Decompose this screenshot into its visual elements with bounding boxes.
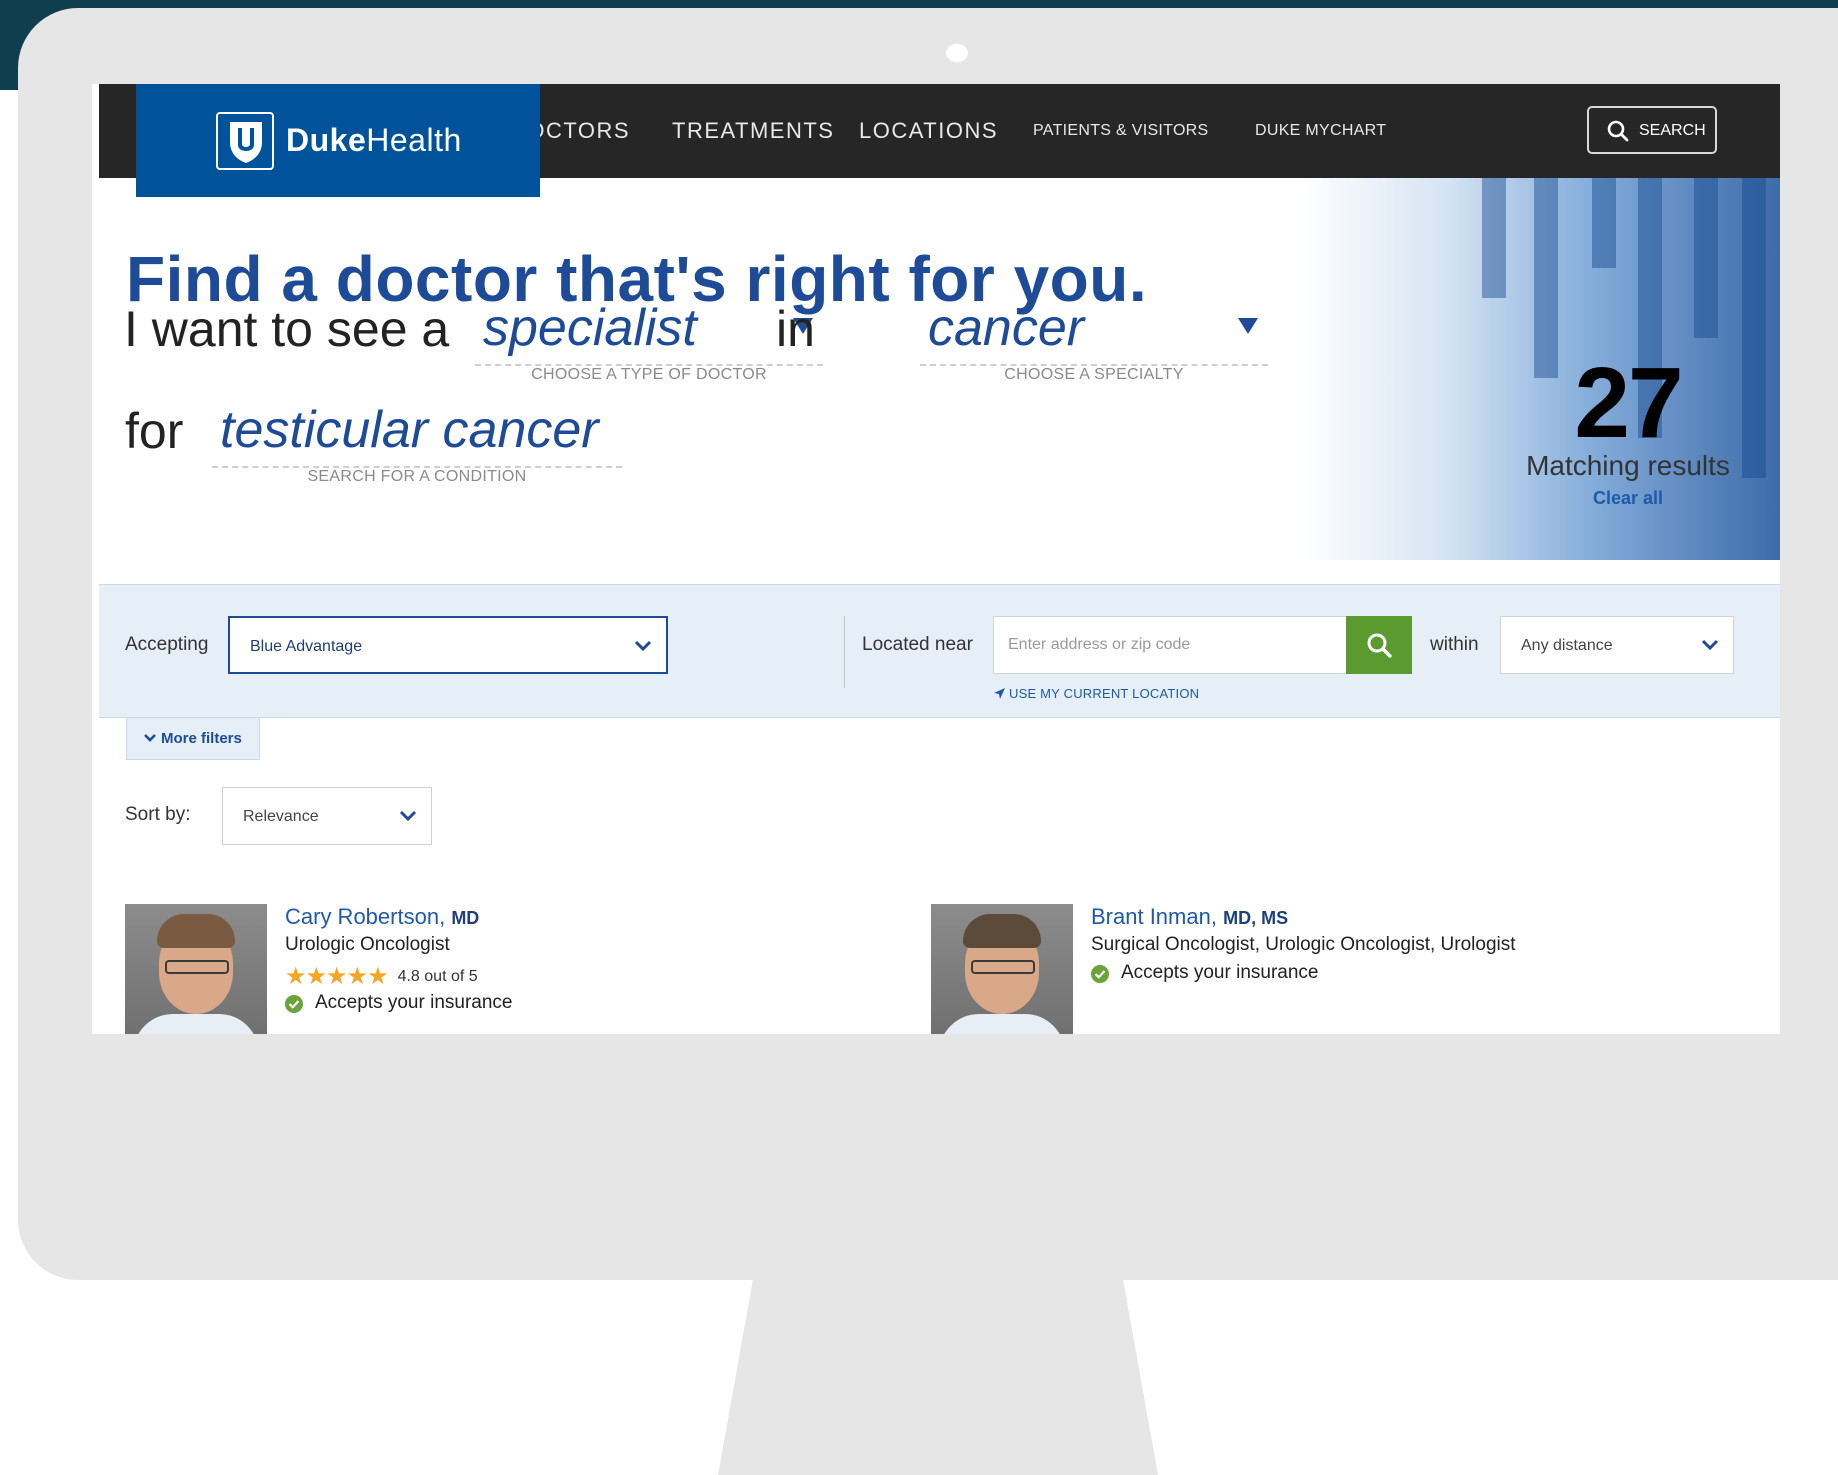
search-icon [1607, 120, 1629, 142]
monitor-stand [718, 1278, 1158, 1475]
check-circle-icon [1091, 965, 1109, 983]
sentence-in: in [776, 301, 815, 357]
webcam-dot [946, 44, 968, 62]
doctor-type-dropdown[interactable]: specialist [475, 298, 823, 366]
check-circle-icon [285, 995, 303, 1013]
more-filters-label: More filters [161, 730, 242, 747]
location-arrow-icon [994, 688, 1005, 699]
shield-logo-icon [216, 112, 274, 170]
condition-caption: SEARCH FOR A CONDITION [307, 468, 527, 485]
rating-text: 4.8 out of 5 [397, 968, 478, 985]
nav-duke-mychart[interactable]: DUKE MYCHART [1255, 122, 1386, 140]
doctor-rating: ★★★★★ 4.8 out of 5 [285, 962, 478, 991]
chevron-down-icon [634, 640, 652, 652]
distance-select[interactable]: Any distance [1500, 616, 1734, 674]
specialty-value: cancer [928, 299, 1085, 357]
sort-label: Sort by: [125, 804, 191, 825]
result-count: 27 [1574, 347, 1683, 459]
within-label: within [1430, 634, 1479, 655]
result-count-label: Matching results [1526, 450, 1730, 481]
website-screen: DOCTORS TREATMENTS LOCATIONS PATIENTS & … [92, 84, 1780, 1034]
star-icon: ★★★★★ [285, 963, 389, 990]
accepting-label: Accepting [125, 634, 209, 655]
chevron-down-icon [144, 734, 156, 742]
logo-wordmark: DukeHealth [286, 122, 462, 158]
site-search-button[interactable]: SEARCH [1587, 106, 1717, 154]
sentence-prefix: I want to see a [124, 301, 450, 357]
insurance-value: Blue Advantage [250, 638, 363, 655]
distance-value: Any distance [1521, 637, 1613, 654]
nav-locations[interactable]: LOCATIONS [859, 118, 998, 144]
specialty-caption: CHOOSE A SPECIALTY [1004, 366, 1184, 383]
filter-divider [844, 616, 845, 688]
chevron-down-icon [399, 810, 417, 822]
sort-select[interactable]: Relevance [222, 787, 432, 845]
doctor-type-value: specialist [483, 299, 697, 357]
sort-value: Relevance [243, 808, 319, 825]
address-input[interactable] [993, 616, 1347, 674]
sentence-for: for [125, 403, 184, 459]
condition-search-input[interactable]: testicular cancer [212, 400, 622, 468]
location-search-button[interactable] [1346, 616, 1412, 674]
nav-patients-visitors[interactable]: PATIENTS & VISITORS [1033, 122, 1209, 140]
clear-all-link[interactable]: Clear all [1528, 488, 1728, 509]
doctor-specialty: Urologic Oncologist [285, 934, 450, 955]
nav-treatments[interactable]: TREATMENTS [672, 118, 834, 144]
specialty-dropdown[interactable]: cancer [920, 298, 1268, 366]
located-near-label: Located near [862, 634, 973, 655]
doctor-photo[interactable] [125, 904, 267, 1034]
chevron-down-icon [1701, 639, 1719, 651]
doctor-name-link[interactable]: Cary Robertson, MD [285, 904, 479, 930]
doctor-specialty: Surgical Oncologist, Urologic Oncologist… [1091, 934, 1516, 955]
search-icon [1367, 633, 1392, 658]
more-filters-toggle[interactable]: More filters [126, 718, 260, 760]
duke-health-logo[interactable]: DukeHealth [136, 84, 540, 197]
caret-down-icon [1238, 318, 1258, 334]
doctor-type-caption: CHOOSE A TYPE OF DOCTOR [531, 366, 767, 383]
site-search-label: SEARCH [1639, 122, 1706, 139]
doctor-name-link[interactable]: Brant Inman, MD, MS [1091, 904, 1288, 930]
doctor-photo[interactable] [931, 904, 1073, 1034]
condition-value: testicular cancer [220, 401, 599, 459]
insurance-select[interactable]: Blue Advantage [228, 616, 668, 674]
